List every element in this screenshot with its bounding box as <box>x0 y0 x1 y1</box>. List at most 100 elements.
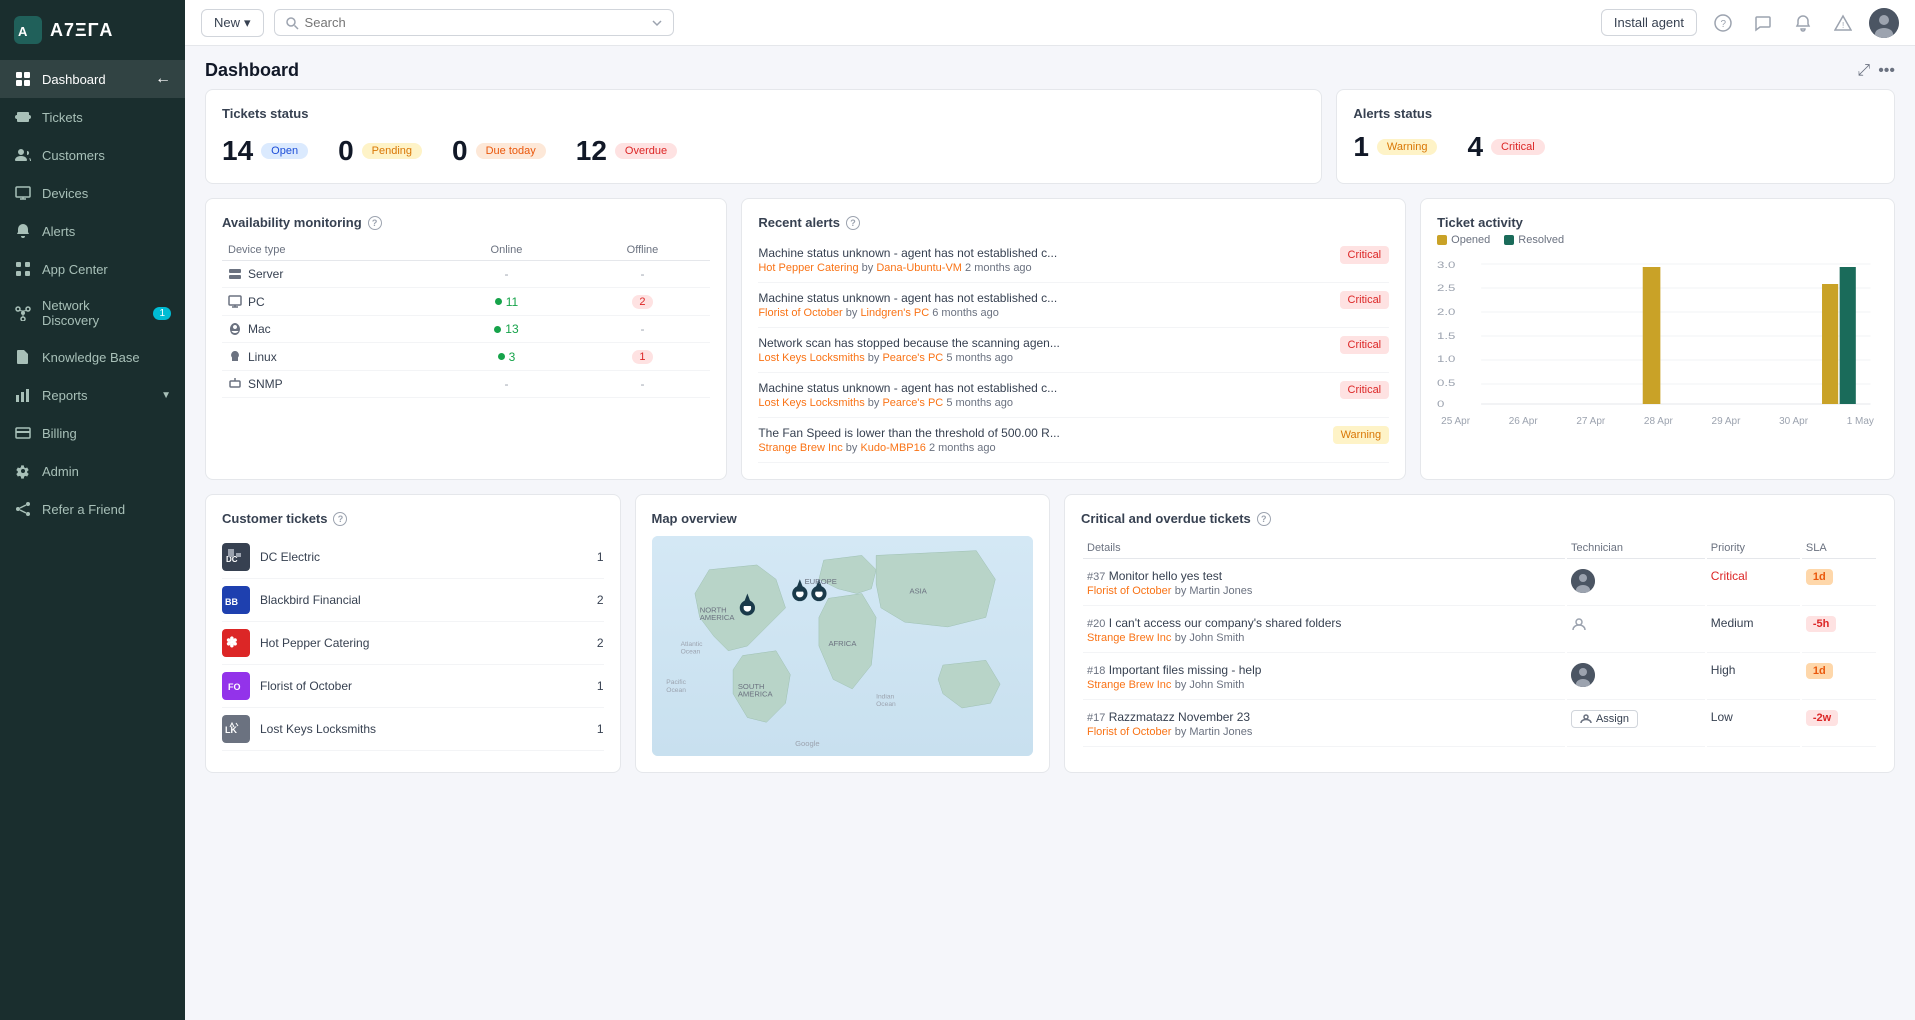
ticket-id-1: #20 <box>1087 618 1105 630</box>
main-content: New ▾ Install agent ? ! <box>185 0 1915 1020</box>
customer-tickets-help-icon: ? <box>333 512 347 526</box>
svg-text:Atlantic: Atlantic <box>680 641 702 648</box>
alert-device-4[interactable]: Pearce's PC <box>882 397 943 409</box>
apps-icon <box>14 260 32 278</box>
ticket-company-1[interactable]: Strange Brew Inc <box>1087 632 1171 644</box>
new-button[interactable]: New ▾ <box>201 9 264 37</box>
app-logo[interactable]: A A7ΞΓA <box>0 0 185 60</box>
customer-list: DC DC Electric 1 BB Blackbird Financial … <box>222 536 604 751</box>
legend-opened: Opened <box>1437 234 1490 246</box>
sidebar-label-knowledge-base: Knowledge Base <box>42 350 171 365</box>
expand-button[interactable]: ⤢ <box>1857 62 1870 80</box>
stat-open-number: 14 <box>222 135 253 167</box>
ticket-company-2[interactable]: Strange Brew Inc <box>1087 679 1171 691</box>
customer-tickets-card: Customer tickets ? DC DC Electric 1 BB <box>205 494 621 773</box>
svg-text:EUROPE: EUROPE <box>804 577 836 586</box>
new-button-label: New <box>214 15 240 30</box>
svg-text:0: 0 <box>1437 400 1444 410</box>
alert-item-1: Machine status unknown - agent has not e… <box>758 238 1389 283</box>
alert-company-3[interactable]: Lost Keys Locksmiths <box>758 352 864 364</box>
ticket-id-0: #37 <box>1087 571 1105 583</box>
svg-text:BB: BB <box>225 597 238 607</box>
bell-topbar-icon[interactable] <box>1789 9 1817 37</box>
ticket-company-0[interactable]: Florist of October <box>1087 585 1171 597</box>
svg-text:Google: Google <box>795 739 820 748</box>
alert-item-3: Network scan has stopped because the sca… <box>758 328 1389 373</box>
ticket-title-0: Monitor hello yes test <box>1109 569 1222 583</box>
svg-text:✽: ✽ <box>226 634 238 650</box>
sidebar-item-app-center[interactable]: App Center <box>0 250 185 288</box>
map-svg: NORTH AMERICA EUROPE AFRICA ASIA SOUTH A… <box>652 536 1034 756</box>
sidebar-item-dashboard[interactable]: Dashboard ← <box>0 60 185 98</box>
stat-overdue: 12 Overdue <box>576 135 677 167</box>
ticket-icon <box>14 108 32 126</box>
customer-name-2: Hot Pepper Catering <box>260 636 587 650</box>
alert-severity-5: Warning <box>1333 426 1390 444</box>
question-icon[interactable]: ? <box>1709 9 1737 37</box>
logo-icon: A <box>14 16 42 44</box>
alert-device-1[interactable]: Dana-Ubuntu-VM <box>876 262 962 274</box>
alerts-status-title: Alerts status <box>1353 106 1878 121</box>
critical-tickets-title: Critical and overdue tickets ? <box>1081 511 1878 526</box>
sidebar-label-billing: Billing <box>42 426 171 441</box>
svg-text:AFRICA: AFRICA <box>828 639 857 648</box>
alerts-status-stats: 1 Warning 4 Critical <box>1353 131 1878 163</box>
sidebar-item-knowledge-base[interactable]: Knowledge Base <box>0 338 185 376</box>
ticket-id-3: #17 <box>1087 712 1105 724</box>
sidebar-item-reports[interactable]: Reports ▼ <box>0 376 185 414</box>
warning-topbar-icon[interactable]: ! <box>1829 9 1857 37</box>
customer-item-0: DC DC Electric 1 <box>222 536 604 579</box>
user-avatar[interactable] <box>1869 8 1899 38</box>
sidebar-item-alerts[interactable]: Alerts <box>0 212 185 250</box>
sidebar-item-tickets[interactable]: Tickets <box>0 98 185 136</box>
book-icon <box>14 348 32 366</box>
customer-item-3: FO Florist of October 1 <box>222 665 604 708</box>
ticket-activity-title: Ticket activity <box>1437 215 1878 230</box>
svg-text:2.5: 2.5 <box>1437 284 1455 294</box>
ticket-sla-3: -2w <box>1806 710 1838 726</box>
alert-text-5: The Fan Speed is lower than the threshol… <box>758 426 1060 440</box>
sidebar-item-customers[interactable]: Customers <box>0 136 185 174</box>
sidebar-item-network-discovery[interactable]: Network Discovery 1 <box>0 288 185 338</box>
tickets-status-stats: 14 Open 0 Pending 0 Due today 12 Overdue <box>222 125 1305 167</box>
alert-company-5[interactable]: Strange Brew Inc <box>758 442 842 454</box>
search-input[interactable] <box>305 15 645 30</box>
alert-text-4: Machine status unknown - agent has not e… <box>758 381 1057 395</box>
sidebar-item-billing[interactable]: Billing <box>0 414 185 452</box>
customer-logo-0: DC <box>222 543 250 571</box>
bell-icon <box>14 222 32 240</box>
search-bar[interactable] <box>274 9 674 36</box>
svg-text:AMERICA: AMERICA <box>737 690 773 699</box>
alert-text-3: Network scan has stopped because the sca… <box>758 336 1060 350</box>
svg-text:Indian: Indian <box>876 693 894 700</box>
page-title: Dashboard <box>205 60 299 81</box>
recent-alerts-title: Recent alerts ? <box>758 215 1389 230</box>
stat-overdue-badge: Overdue <box>615 143 677 159</box>
sidebar-label-network-discovery: Network Discovery <box>42 298 143 328</box>
svg-text:A: A <box>18 24 28 39</box>
customer-count-4: 1 <box>597 722 604 736</box>
assign-button-3[interactable]: Assign <box>1571 710 1638 728</box>
alert-company-2[interactable]: Florist of October <box>758 307 842 319</box>
alert-company-4[interactable]: Lost Keys Locksmiths <box>758 397 864 409</box>
sidebar-item-admin[interactable]: Admin <box>0 452 185 490</box>
ticket-company-3[interactable]: Florist of October <box>1087 726 1171 738</box>
svg-text:3.0: 3.0 <box>1437 261 1455 271</box>
sidebar-item-devices[interactable]: Devices <box>0 174 185 212</box>
row-bottom: Customer tickets ? DC DC Electric 1 BB <box>205 494 1895 773</box>
chat-icon[interactable] <box>1749 9 1777 37</box>
more-options-button[interactable]: ••• <box>1878 62 1895 80</box>
alert-device-5[interactable]: Kudo-MBP16 <box>860 442 925 454</box>
chart-svg: 0 0.5 1.0 1.5 2.0 2.5 3.0 <box>1437 254 1878 414</box>
alert-device-3[interactable]: Pearce's PC <box>882 352 943 364</box>
sidebar-item-refer[interactable]: Refer a Friend <box>0 490 185 528</box>
customer-count-3: 1 <box>597 679 604 693</box>
avail-row-pc: PC 11 2 <box>222 288 710 316</box>
avail-col-type: Device type <box>222 240 438 261</box>
alert-device-2[interactable]: Lindgren's PC <box>860 307 929 319</box>
alert-company-1[interactable]: Hot Pepper Catering <box>758 262 858 274</box>
install-agent-button[interactable]: Install agent <box>1601 9 1697 36</box>
tickets-status-card: Tickets status 14 Open 0 Pending 0 Due t… <box>205 89 1322 184</box>
svg-text:Ocean: Ocean <box>876 701 896 708</box>
avail-row-server: Server - - <box>222 261 710 288</box>
